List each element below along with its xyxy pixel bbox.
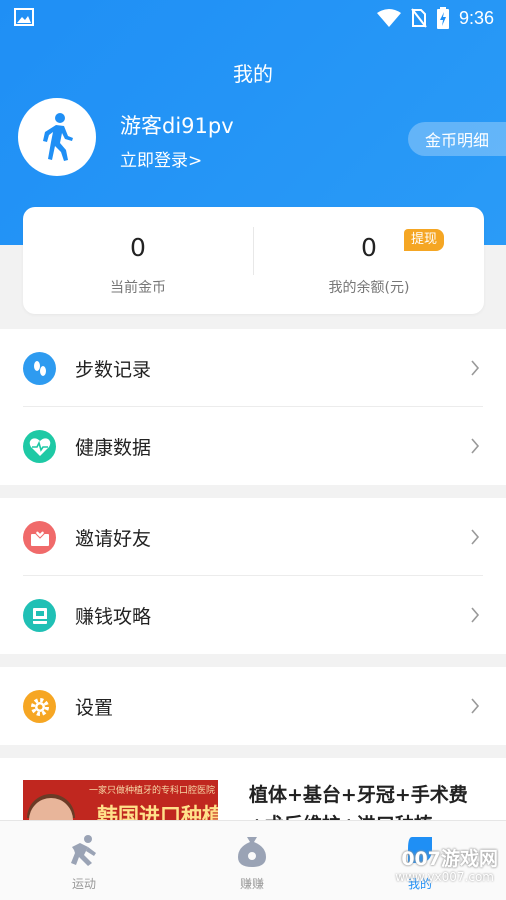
gear-icon bbox=[23, 690, 56, 723]
login-link[interactable]: 立即登录> bbox=[120, 146, 202, 171]
chevron-right-icon bbox=[471, 607, 480, 623]
ad-image-subtext: 一家只做种植牙的专科口腔医院 bbox=[89, 786, 216, 796]
image-icon bbox=[14, 8, 34, 26]
ad-image-headline: 韩国进口种植 bbox=[97, 804, 218, 820]
menu-item-label: 设置 bbox=[75, 697, 114, 719]
tab-mine[interactable]: 我的 bbox=[336, 821, 504, 900]
coins-stat[interactable]: 0 当前金币 bbox=[23, 207, 253, 314]
avatar[interactable] bbox=[18, 98, 96, 176]
chevron-right-icon bbox=[471, 360, 480, 376]
menu-group-settings: 设置 bbox=[0, 667, 506, 745]
balance-value: 0 bbox=[361, 233, 377, 262]
bottom-tab-bar: 运动 赚赚 我的 bbox=[0, 820, 506, 900]
tab-label: 运动 bbox=[71, 877, 96, 891]
walking-person-icon bbox=[43, 113, 73, 161]
no-sim-icon bbox=[411, 8, 427, 28]
menu-item-label: 步数记录 bbox=[75, 359, 152, 381]
chevron-right-icon bbox=[471, 529, 480, 545]
menu-item-label: 健康数据 bbox=[75, 437, 152, 459]
envelope-heart-icon bbox=[23, 521, 56, 554]
menu-item-health-data[interactable]: 健康数据 bbox=[0, 407, 506, 485]
running-icon bbox=[71, 835, 96, 866]
menu-item-label: 赚钱攻略 bbox=[75, 606, 152, 628]
footprints-icon bbox=[23, 352, 56, 385]
menu-item-earning-guide[interactable]: 赚钱攻略 bbox=[0, 576, 506, 654]
balance-stat[interactable]: 0 我的余额(元) bbox=[254, 207, 484, 314]
chevron-right-icon bbox=[471, 698, 480, 714]
status-bar: 9:36 bbox=[0, 0, 506, 36]
tab-label: 我的 bbox=[407, 877, 432, 891]
menu-item-label: 邀请好友 bbox=[75, 528, 152, 550]
withdraw-button[interactable]: 提现 bbox=[404, 229, 445, 251]
tab-earn[interactable]: 赚赚 bbox=[168, 821, 336, 900]
coin-detail-button[interactable]: 金币明细 bbox=[408, 122, 506, 156]
ad-card[interactable]: 一家只做种植牙的专科口腔医院 韩国进口种植 植体+基台+牙冠+手术费+术后维护+… bbox=[0, 758, 506, 820]
menu-group-records: 步数记录 健康数据 bbox=[0, 329, 506, 485]
username: 游客di91pv bbox=[120, 114, 234, 138]
guide-book-icon bbox=[23, 599, 56, 632]
balance-label: 我的余额(元) bbox=[328, 280, 410, 296]
page-title: 我的 bbox=[233, 62, 273, 86]
chevron-right-icon bbox=[471, 438, 480, 454]
coins-value: 0 bbox=[130, 233, 146, 262]
coins-label: 当前金币 bbox=[110, 280, 166, 296]
status-icons: 9:36 bbox=[376, 6, 494, 30]
status-time: 9:36 bbox=[458, 7, 494, 28]
wifi-icon bbox=[376, 9, 401, 27]
ad-title: 植体+基台+牙冠+手术费+术后维护+进口种植 bbox=[249, 784, 468, 820]
menu-item-step-records[interactable]: 步数记录 bbox=[0, 329, 506, 407]
stats-card: 0 当前金币 0 我的余额(元) 提现 bbox=[23, 207, 484, 314]
menu-item-settings[interactable]: 设置 bbox=[0, 667, 506, 745]
menu-item-invite-friends[interactable]: 邀请好友 bbox=[0, 498, 506, 576]
tab-label: 赚赚 bbox=[239, 877, 264, 891]
tab-sport[interactable]: 运动 bbox=[0, 821, 168, 900]
battery-charging-icon bbox=[436, 7, 449, 29]
menu-group-earn: 邀请好友 赚钱攻略 bbox=[0, 498, 506, 654]
profile-icon bbox=[408, 837, 432, 863]
ad-image: 一家只做种植牙的专科口腔医院 韩国进口种植 bbox=[23, 780, 218, 820]
coin-bag-icon bbox=[238, 837, 266, 867]
heart-pulse-icon bbox=[23, 430, 56, 463]
